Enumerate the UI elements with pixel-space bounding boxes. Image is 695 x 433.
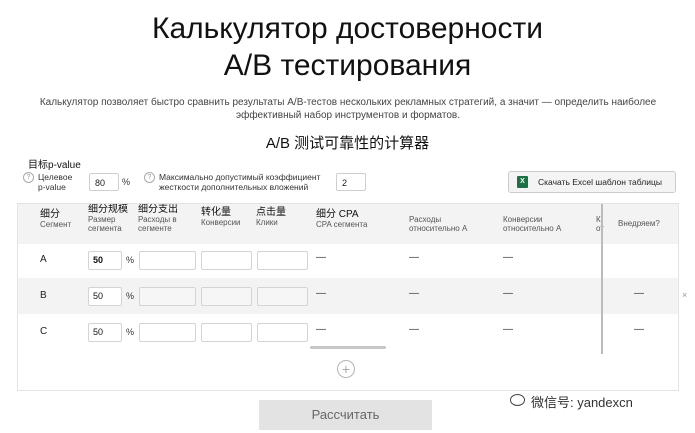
row-label: A bbox=[40, 254, 47, 265]
col-clicks: 点击量 Клики bbox=[256, 207, 286, 227]
pvalue-info-icon[interactable]: ? bbox=[23, 172, 34, 183]
pvalue-label-line2: p-value bbox=[38, 182, 66, 192]
col-cpa-cn: 细分 CPA bbox=[316, 209, 359, 220]
col-conversions: 转化量 Конверсии bbox=[201, 207, 241, 227]
cn-pvalue-label: 目标p-value bbox=[28, 160, 81, 171]
spend-input[interactable] bbox=[139, 287, 196, 306]
conversions-input[interactable] bbox=[201, 323, 252, 342]
rel-spend-value: — bbox=[409, 324, 419, 335]
table-row: B 50 % — — — — bbox=[18, 278, 678, 314]
coef-label-line2: жесткости дополнительных вложений bbox=[159, 182, 309, 192]
deploy-value: — bbox=[634, 324, 644, 335]
pvalue-label-line1: Целевое bbox=[38, 172, 73, 182]
row-label: B bbox=[40, 290, 47, 301]
add-segment-icon[interactable]: + bbox=[337, 360, 355, 378]
size-input[interactable]: 50 bbox=[88, 251, 122, 270]
column-scroll-divider bbox=[601, 204, 603, 354]
pvalue-unit: % bbox=[122, 177, 131, 187]
col-spend-ru: Расходы в bbox=[138, 215, 177, 224]
clicks-input[interactable] bbox=[257, 323, 308, 342]
col-size: 细分规模 Размер сегмента bbox=[88, 204, 128, 233]
rel-conv-value: — bbox=[503, 252, 513, 263]
col-conversions-ru: Конверсии bbox=[201, 218, 241, 227]
col-cpa: 细分 CPA CPA сегмента bbox=[316, 209, 367, 229]
deploy-value: — bbox=[634, 288, 644, 299]
col-rel-conv-ru2: относительно A bbox=[503, 224, 562, 233]
size-unit: % bbox=[126, 327, 135, 337]
watermark-text: 微信号: yandexcn bbox=[531, 395, 633, 410]
page-title: Калькулятор достоверности A/B тестирован… bbox=[0, 10, 695, 84]
col-spend: 细分支出 Расходы в сегменте bbox=[138, 204, 178, 233]
close-icon[interactable]: × bbox=[682, 290, 687, 300]
col-spend-ru2: сегменте bbox=[138, 224, 172, 233]
col-segment: 细分 Сегмент bbox=[40, 209, 71, 229]
col-rel-spend-ru2: относительно A bbox=[409, 224, 468, 233]
description-line1: Калькулятор позволяет быстро сравнить ре… bbox=[39, 97, 657, 108]
rel-conv-value: — bbox=[503, 324, 513, 335]
spend-input[interactable] bbox=[139, 251, 196, 270]
rel-conv-value: — bbox=[503, 288, 513, 299]
size-unit: % bbox=[126, 255, 135, 265]
coef-label: Максимально допустимый коэффициент жестк… bbox=[159, 172, 320, 192]
table-header: 细分 Сегмент 细分规模 Размер сегмента 细分支出 Рас… bbox=[18, 204, 678, 244]
col-spend-cn: 细分支出 bbox=[138, 204, 178, 215]
clicks-input[interactable] bbox=[257, 251, 308, 270]
pvalue-input[interactable]: 80 bbox=[89, 173, 119, 191]
calculate-button[interactable]: Рассчитать bbox=[259, 400, 432, 430]
chinese-title: A/B 测试可靠性的计算器 bbox=[265, 135, 430, 152]
rel-spend-value: — bbox=[409, 252, 419, 263]
col-clicks-ru: Клики bbox=[256, 218, 278, 227]
col-cpa-ru: CPA сегмента bbox=[316, 220, 368, 229]
spend-input[interactable] bbox=[139, 323, 196, 342]
table-row: A 50 % — — — bbox=[18, 242, 678, 278]
size-input[interactable]: 50 bbox=[88, 323, 122, 342]
rel-spend-value: — bbox=[409, 288, 419, 299]
coef-info-icon[interactable]: ? bbox=[144, 172, 155, 183]
conversions-input[interactable] bbox=[201, 287, 252, 306]
col-size-ru2: сегмента bbox=[88, 224, 122, 233]
col-rel-conv: Конверсии относительно A bbox=[503, 215, 561, 233]
table-row: C 50 % — — — — bbox=[18, 314, 678, 350]
description-line2: эффективный набор инструментов и формато… bbox=[235, 110, 461, 121]
col-rel-conv-ru: Конверсии bbox=[503, 215, 543, 224]
size-unit: % bbox=[126, 291, 135, 301]
col-segment-cn: 细分 bbox=[40, 209, 60, 220]
col-size-ru: Размер bbox=[88, 215, 116, 224]
coef-label-line1: Максимально допустимый коэффициент bbox=[159, 172, 321, 182]
conversions-input[interactable] bbox=[201, 251, 252, 270]
pvalue-label: Целевое p-value bbox=[38, 172, 72, 192]
download-excel-label: Скачать Excel шаблон таблицы bbox=[538, 177, 662, 187]
cpa-value: — bbox=[316, 252, 326, 263]
horizontal-scrollbar[interactable] bbox=[310, 346, 386, 349]
segments-table: 细分 Сегмент 细分规模 Размер сегмента 细分支出 Рас… bbox=[17, 203, 679, 391]
page-description: Калькулятор позволяет быстро сравнить ре… bbox=[18, 96, 678, 122]
row-label: C bbox=[40, 326, 48, 337]
cpa-value: — bbox=[316, 288, 326, 299]
excel-icon: X bbox=[517, 176, 528, 188]
wechat-icon bbox=[510, 394, 525, 406]
col-deploy-ru: Внедряем? bbox=[618, 219, 660, 228]
download-excel-button[interactable]: X Скачать Excel шаблон таблицы bbox=[508, 171, 676, 193]
cpa-value: — bbox=[316, 324, 326, 335]
col-conversions-cn: 转化量 bbox=[201, 207, 231, 218]
col-rel-spend-ru: Расходы bbox=[409, 215, 442, 224]
col-size-cn: 细分规模 bbox=[88, 204, 128, 215]
size-input[interactable]: 50 bbox=[88, 287, 122, 306]
col-rel-spend: Расходы относительно A bbox=[409, 215, 467, 233]
col-deploy: Внедряем? bbox=[618, 219, 660, 228]
col-segment-ru: Сегмент bbox=[40, 220, 72, 229]
coef-input[interactable]: 2 bbox=[336, 173, 366, 191]
page-title-line1: Калькулятор достоверности bbox=[152, 12, 543, 45]
clicks-input[interactable] bbox=[257, 287, 308, 306]
page-title-line2: A/B тестирования bbox=[223, 49, 472, 82]
col-clicks-cn: 点击量 bbox=[256, 207, 286, 218]
